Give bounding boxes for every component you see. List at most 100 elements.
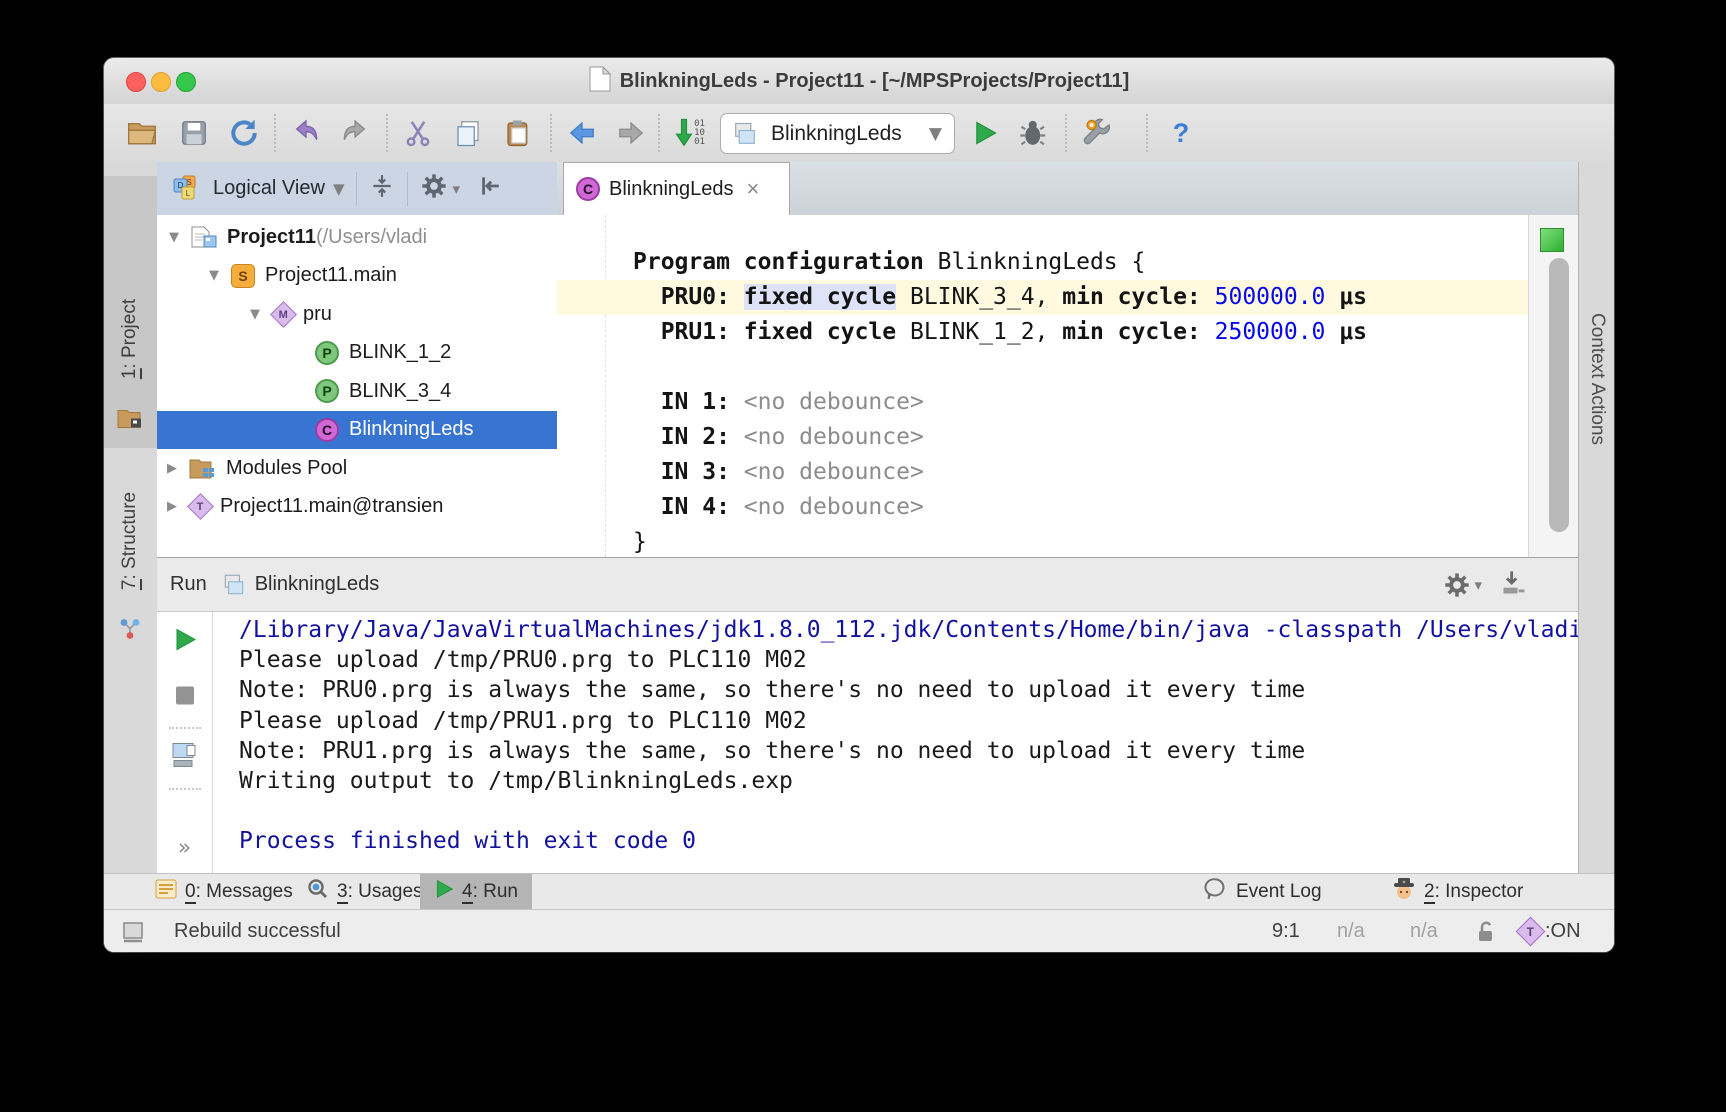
- console-line: /Library/Java/JavaVirtualMachines/jdk1.8…: [239, 617, 1578, 643]
- caret-position-widget[interactable]: 9:1: [1272, 910, 1300, 952]
- tree-item-blink-3-4[interactable]: P BLINK_3_4: [157, 372, 557, 411]
- inspector-button[interactable]: 2: Inspector: [1392, 874, 1523, 910]
- run-tab-play-icon: [434, 879, 454, 905]
- toolbar-separator: [550, 114, 552, 152]
- code-editor[interactable]: Program configuration BlinkningLeds { PR…: [557, 245, 1528, 557]
- toolbar-separator: [1065, 114, 1067, 152]
- selected-cell[interactable]: fixed cycle: [743, 284, 897, 310]
- tree-item-pru[interactable]: ▼ M pru: [157, 295, 557, 334]
- status-toggle-icon[interactable]: [122, 910, 144, 952]
- toolbar-separator: [274, 114, 276, 152]
- unlock-icon[interactable]: [1474, 910, 1496, 952]
- run-panel-title: Run: [170, 573, 207, 595]
- console-toolbar-separator: [169, 788, 201, 790]
- tool-window-button-run[interactable]: 4: Run: [420, 874, 532, 910]
- run-configuration-icon: [731, 120, 759, 148]
- tool-window-button-structure[interactable]: 7: Structure: [119, 492, 142, 591]
- view-as-icon[interactable]: SDL: [173, 175, 201, 203]
- code-line: Program configuration BlinkningLeds {: [633, 249, 1146, 275]
- console-tab-icon: [221, 572, 247, 598]
- right-tool-stripe: Context Actions: [1578, 162, 1614, 873]
- project-icon: [191, 226, 217, 248]
- inspector-icon: [1392, 877, 1416, 907]
- encoding-widget[interactable]: n/a: [1410, 910, 1438, 952]
- generate-code-icon[interactable]: 01 10 01: [672, 115, 708, 151]
- tree-item-path: (/Users/vladi: [315, 225, 428, 248]
- run-configuration-select[interactable]: BlinkningLeds ▼: [720, 113, 955, 154]
- event-log-button[interactable]: Event Log: [1202, 874, 1322, 910]
- scroll-to-end-icon[interactable]: [1500, 569, 1528, 602]
- transient-models-widget[interactable]: T :ON: [1515, 910, 1581, 952]
- messages-icon: [155, 879, 177, 905]
- tool-window-button-project[interactable]: 1: Project: [119, 299, 142, 380]
- console-line: Note: PRU0.prg is always the same, so th…: [239, 677, 1306, 704]
- tree-item-blinkningleds-selected[interactable]: C BlinkningLeds: [157, 410, 557, 449]
- run-panel-header: Run BlinkningLeds ▾: [157, 558, 1578, 612]
- editor-scroll-gutter: [1528, 215, 1578, 557]
- line-ending-widget[interactable]: n/a: [1337, 910, 1365, 952]
- scrollbar-thumb[interactable]: [1549, 258, 1569, 532]
- structure-tool-window-icon[interactable]: [118, 617, 142, 646]
- tree-item-project11[interactable]: ▼ Project11 (/Users/vladi: [157, 218, 557, 257]
- copy-button[interactable]: [450, 115, 486, 151]
- chevron-down-icon[interactable]: ▾: [452, 180, 460, 198]
- code-line-current: PRU0: fixed cycle BLINK_3_4, min cycle: …: [557, 280, 1528, 315]
- editor-pane[interactable]: Program configuration BlinkningLeds { PR…: [557, 215, 1528, 557]
- collapse-all-icon[interactable]: [369, 173, 395, 204]
- desktop-background: BlinkningLeds - Project11 - [~/MPSProjec…: [0, 0, 1726, 1112]
- code-line: IN 2: <no debounce>: [660, 424, 924, 450]
- gear-icon[interactable]: [420, 172, 448, 205]
- undo-button[interactable]: [288, 115, 324, 151]
- editor-tab-blinkningleds[interactable]: C BlinkningLeds ×: [563, 162, 790, 215]
- chevron-down-icon[interactable]: ▼: [333, 180, 345, 198]
- left-tool-stripe: 1: Project 7: Structure: [104, 162, 158, 873]
- synchronize-icon[interactable]: [226, 115, 262, 151]
- generate-digits: 01 10 01: [694, 118, 705, 147]
- tree-item-modules-pool[interactable]: ▶ Modules Pool: [157, 449, 557, 488]
- expand-icons-chevrons[interactable]: »: [178, 836, 191, 861]
- close-tab-icon[interactable]: ×: [747, 178, 760, 200]
- settings-wrench-icon[interactable]: [1079, 115, 1115, 151]
- help-button[interactable]: ?: [1163, 115, 1199, 151]
- main-area: 1: Project 7: Structure SDL Logical View…: [104, 162, 1614, 874]
- console-line: Note: PRU1.prg is always the same, so th…: [239, 737, 1306, 764]
- navigate-back-button[interactable]: [564, 115, 600, 151]
- save-all-button[interactable]: [176, 115, 212, 151]
- navigate-forward-button[interactable]: [613, 115, 649, 151]
- stop-button[interactable]: [175, 686, 195, 711]
- open-folder-button[interactable]: [124, 115, 160, 151]
- chevron-expanded-icon[interactable]: ▼: [247, 307, 263, 322]
- tool-window-button-messages[interactable]: 0: Messages: [155, 874, 293, 910]
- chevron-expanded-icon[interactable]: ▼: [166, 230, 182, 245]
- run-settings-gear-icon[interactable]: ▾: [1443, 571, 1482, 599]
- chevron-expanded-icon[interactable]: ▼: [206, 268, 222, 283]
- rerun-button[interactable]: [173, 628, 197, 657]
- toolbar-separator: [1146, 114, 1148, 152]
- title-bar[interactable]: BlinkningLeds - Project11 - [~/MPSProjec…: [104, 58, 1614, 105]
- run-button[interactable]: [967, 115, 1003, 151]
- tree-item-transient-models[interactable]: ▶ T Project11.main@transien: [157, 488, 557, 527]
- svg-text:L: L: [186, 189, 191, 198]
- debug-button[interactable]: [1016, 115, 1052, 151]
- hide-panel-icon[interactable]: [476, 173, 502, 204]
- tree-item-project11-main[interactable]: ▼ S Project11.main: [157, 257, 557, 296]
- chevron-collapsed-icon[interactable]: ▶: [164, 461, 180, 476]
- tool-window-button-context-actions[interactable]: Context Actions: [1586, 313, 1608, 445]
- console-output[interactable]: /Library/Java/JavaVirtualMachines/jdk1.8…: [213, 612, 1578, 874]
- cut-button[interactable]: [400, 115, 436, 151]
- main-toolbar: 01 10 01 BlinkningLeds ▼ ?: [104, 104, 1614, 163]
- tool-window-button-usages[interactable]: 3: Usages: [307, 874, 423, 910]
- run-target-label[interactable]: BlinkningLeds: [255, 573, 380, 596]
- project-tool-window-icon[interactable]: [117, 408, 143, 435]
- usages-search-icon: [307, 878, 329, 906]
- run-tool-window: Run BlinkningLeds ▾ » /Library/Java/Java…: [157, 557, 1578, 874]
- show-console-icon[interactable]: [171, 743, 199, 774]
- chevron-collapsed-icon[interactable]: ▶: [164, 499, 180, 514]
- tree-item-blink-1-2[interactable]: P BLINK_1_2: [157, 334, 557, 373]
- configuration-icon: C: [315, 417, 339, 442]
- redo-button[interactable]: [337, 115, 373, 151]
- view-mode-label[interactable]: Logical View: [213, 177, 325, 200]
- header-separator: [407, 171, 409, 206]
- paste-button[interactable]: [500, 115, 536, 151]
- header-separator: [356, 171, 358, 206]
